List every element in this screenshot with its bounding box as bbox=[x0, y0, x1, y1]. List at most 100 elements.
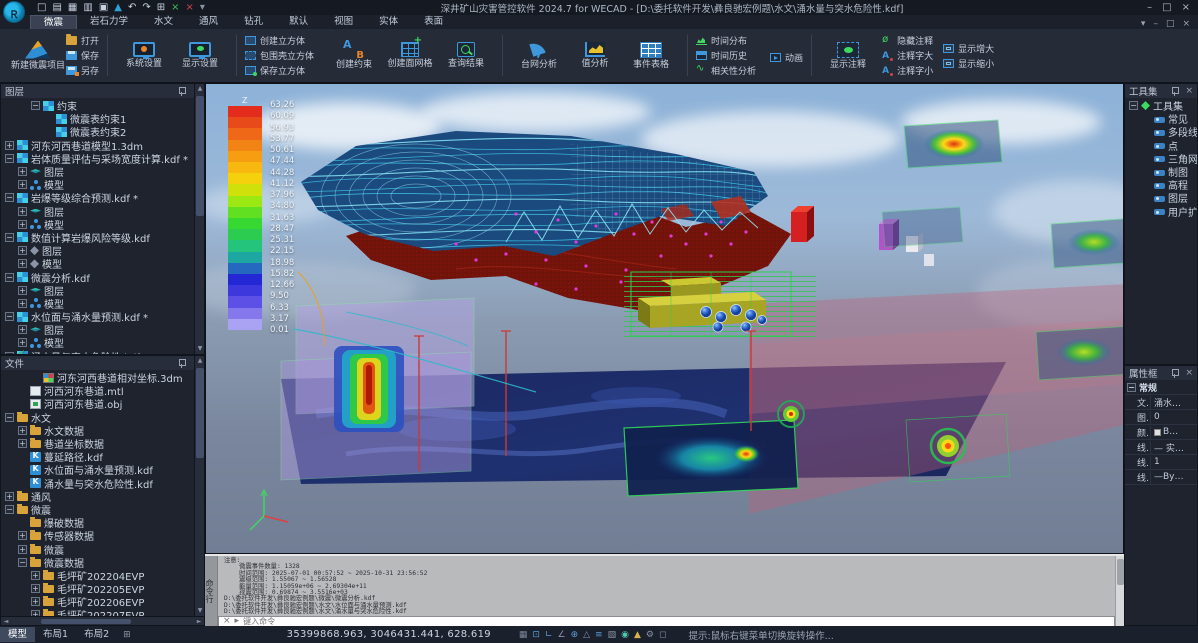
ribbon-tab[interactable]: 水文 bbox=[141, 15, 186, 29]
tree-expander-icon[interactable]: + bbox=[18, 531, 27, 540]
value-analysis-button[interactable]: 值分析 bbox=[567, 42, 623, 69]
tree-row[interactable]: 点 bbox=[1125, 139, 1197, 152]
property-row[interactable]: 颜…B… bbox=[1125, 425, 1197, 440]
layout-tab[interactable]: 模型 bbox=[0, 627, 35, 642]
tree-expander-icon[interactable]: + bbox=[31, 584, 40, 593]
pin-icon[interactable] bbox=[178, 87, 185, 96]
annotation-larger-button[interactable]: 注释字大 bbox=[882, 49, 933, 62]
viewport-icon[interactable]: ⊞ bbox=[157, 2, 165, 14]
create-constraint-button[interactable]: 创建约束 bbox=[326, 42, 382, 70]
display-smaller-button[interactable]: 显示缩小 bbox=[943, 57, 994, 70]
property-value[interactable]: 涌水… bbox=[1151, 396, 1197, 409]
transparency-icon[interactable]: ▧ bbox=[608, 630, 617, 640]
tree-row[interactable]: +模型 bbox=[1, 297, 204, 310]
hull-cube-button[interactable]: 包围壳立方体 bbox=[245, 49, 314, 62]
restore-icon[interactable]: □ bbox=[1166, 19, 1175, 29]
tree-row[interactable]: −微震 bbox=[1, 503, 204, 516]
tree-row[interactable]: +模型 bbox=[1, 178, 204, 191]
save-all-icon[interactable]: ▥ bbox=[83, 2, 92, 14]
close-red-icon[interactable]: × bbox=[186, 2, 194, 14]
ribbon-tab[interactable]: 钻孔 bbox=[231, 15, 276, 29]
pin-icon[interactable] bbox=[178, 359, 185, 368]
annotation-scale-icon[interactable]: ▲ bbox=[634, 630, 641, 640]
tree-expander-icon[interactable]: − bbox=[1129, 101, 1138, 110]
grid-display-icon[interactable]: ▦ bbox=[519, 630, 528, 640]
tree-row[interactable]: +图层 bbox=[1, 205, 204, 218]
viewport-3d[interactable]: Z 63.2660.0956.9353.7750.6147.4444.2841.… bbox=[205, 83, 1124, 554]
close-icon[interactable]: × bbox=[1182, 19, 1190, 29]
close-green-icon[interactable]: × bbox=[171, 2, 179, 14]
property-row[interactable]: 线…— 实… bbox=[1125, 440, 1197, 455]
correlation-analysis-button[interactable]: 相关性分析 bbox=[696, 64, 756, 77]
app-logo-icon[interactable] bbox=[3, 1, 25, 23]
layers-scrollbar[interactable]: ▲ ▼ bbox=[194, 84, 204, 354]
tree-row[interactable]: +图层 bbox=[1, 323, 204, 336]
tree-row[interactable]: 微震表约束1 bbox=[1, 112, 204, 125]
tree-expander-icon[interactable]: + bbox=[18, 246, 27, 255]
save-icon[interactable]: ▦ bbox=[68, 2, 77, 14]
save-cube-button[interactable]: 保存立方体 bbox=[245, 64, 314, 77]
tree-row[interactable]: +模型 bbox=[1, 336, 204, 349]
pin-icon[interactable] bbox=[1171, 87, 1178, 96]
console-scrollbar[interactable] bbox=[1115, 556, 1124, 626]
time-history-button[interactable]: 时间历史 bbox=[696, 49, 756, 62]
polar-tracking-icon[interactable]: ∠ bbox=[558, 630, 566, 640]
print-icon[interactable]: ▣ bbox=[99, 2, 108, 14]
tree-row[interactable]: 微震表约束2 bbox=[1, 125, 204, 138]
tree-expander-icon[interactable]: + bbox=[5, 492, 14, 501]
object-track-icon[interactable]: △ bbox=[583, 630, 590, 640]
tree-row[interactable]: −岩体质量评估与采场宽度计算.kdf * bbox=[1, 152, 204, 165]
property-value[interactable]: — 实… bbox=[1151, 441, 1197, 454]
tree-row[interactable]: +通风 bbox=[1, 490, 204, 503]
tree-row[interactable]: −岩爆等级综合预测.kdf * bbox=[1, 191, 204, 204]
property-value[interactable]: 0 bbox=[1151, 412, 1197, 422]
tree-row[interactable]: 图层 bbox=[1125, 191, 1197, 204]
create-cube-button[interactable]: 创建立方体 bbox=[245, 34, 314, 47]
redo-icon[interactable]: ↷ bbox=[142, 2, 150, 14]
event-table-button[interactable]: 事件表格 bbox=[623, 42, 679, 70]
system-settings-button[interactable]: 系统设置 bbox=[116, 42, 172, 69]
save-as-button[interactable]: 另存 bbox=[66, 64, 99, 77]
time-distribution-button[interactable]: 时间分布 bbox=[696, 34, 756, 47]
tree-row[interactable]: 常见 bbox=[1125, 112, 1197, 125]
tree-expander-icon[interactable]: − bbox=[5, 233, 14, 242]
tree-expander-icon[interactable]: + bbox=[18, 220, 27, 229]
ortho-mode-icon[interactable]: ∟ bbox=[545, 630, 553, 640]
tree-expander-icon[interactable]: + bbox=[18, 167, 27, 176]
network-analysis-button[interactable]: 台网分析 bbox=[511, 42, 567, 70]
tree-row[interactable]: +图层 bbox=[1, 244, 204, 257]
tree-expander-icon[interactable]: − bbox=[5, 273, 14, 282]
tree-row[interactable]: 水位面与涌水量预测.kdf bbox=[1, 463, 204, 476]
tree-expander-icon[interactable]: − bbox=[31, 101, 40, 110]
animation-button[interactable]: 动画 bbox=[770, 51, 803, 64]
object-snap-icon[interactable]: ⊕ bbox=[571, 630, 579, 640]
scroll-left-icon[interactable]: ◄ bbox=[1, 618, 11, 625]
tree-row[interactable]: 制图 bbox=[1125, 165, 1197, 178]
save-button[interactable]: 保存 bbox=[66, 49, 99, 62]
tree-row[interactable]: +模型 bbox=[1, 218, 204, 231]
tree-row[interactable]: 河东河西巷道相对坐标.3dm bbox=[1, 371, 204, 384]
tree-expander-icon[interactable]: + bbox=[31, 571, 40, 580]
tree-row[interactable]: −水文 bbox=[1, 411, 204, 424]
tree-expander-icon[interactable]: + bbox=[18, 325, 27, 334]
scroll-up-icon[interactable]: ▲ bbox=[195, 84, 205, 94]
menu-dropdown-icon[interactable]: ▾ bbox=[1141, 19, 1146, 29]
minimize-icon[interactable]: – bbox=[1147, 2, 1152, 13]
ribbon-tab[interactable]: 岩石力学 bbox=[77, 15, 141, 29]
tree-expander-icon[interactable]: − bbox=[5, 312, 14, 321]
tree-row[interactable]: +微震 bbox=[1, 542, 204, 555]
close-icon[interactable]: × bbox=[1185, 368, 1193, 378]
new-file-icon[interactable]: □ bbox=[37, 2, 46, 14]
undo-icon[interactable]: ↶ bbox=[128, 2, 136, 14]
query-results-button[interactable]: 查询结果 bbox=[438, 42, 494, 69]
tree-expander-icon[interactable]: + bbox=[31, 597, 40, 606]
tree-expander-icon[interactable]: + bbox=[18, 439, 27, 448]
tree-row[interactable]: +毛坪矿202206EVP bbox=[1, 595, 204, 608]
collapse-icon[interactable]: − bbox=[1127, 383, 1136, 392]
tree-row[interactable]: +巷道坐标数据 bbox=[1, 437, 204, 450]
close-icon[interactable]: × bbox=[1182, 2, 1190, 13]
tree-row[interactable]: 高程 bbox=[1125, 178, 1197, 191]
files-scrollbar[interactable]: ▲ ▼ bbox=[194, 356, 204, 616]
new-layout-icon[interactable]: ⊞ bbox=[117, 630, 137, 640]
scroll-up-icon[interactable]: ▲ bbox=[195, 356, 205, 366]
